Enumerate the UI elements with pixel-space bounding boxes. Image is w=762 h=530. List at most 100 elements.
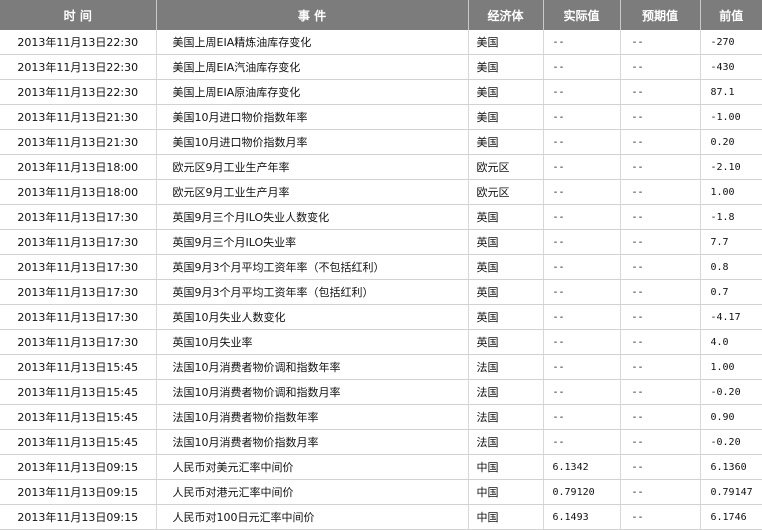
cell-event: 人民币对100日元汇率中间价 bbox=[156, 504, 469, 530]
cell-time: 2013年11月13日09:15 bbox=[0, 454, 157, 480]
cell-expected: -- bbox=[620, 279, 701, 305]
table-row: 2013年11月13日17:30 英国9月3个月平均工资年率（包括红利） 英国 -- -… bbox=[0, 279, 762, 305]
cell-event: 美国上周EIA精炼油库存变化 bbox=[156, 30, 469, 55]
cell-economy: 英国 bbox=[468, 229, 544, 255]
cell-economy: 欧元区 bbox=[468, 179, 544, 205]
cell-previous: -0.20 bbox=[700, 429, 762, 455]
cell-expected: -- bbox=[620, 504, 701, 530]
cell-time: 2013年11月13日15:45 bbox=[0, 354, 157, 380]
cell-event: 欧元区9月工业生产年率 bbox=[156, 154, 469, 180]
cell-actual: -- bbox=[543, 54, 621, 80]
cell-expected: -- bbox=[620, 404, 701, 430]
header-expected: 预期值 bbox=[620, 0, 701, 30]
header-economy: 经济体 bbox=[468, 0, 544, 30]
cell-event: 法国10月消费者物价调和指数月率 bbox=[156, 379, 469, 405]
cell-expected: -- bbox=[620, 354, 701, 380]
cell-previous: -0.20 bbox=[700, 379, 762, 405]
cell-actual: -- bbox=[543, 429, 621, 455]
cell-expected: -- bbox=[620, 154, 701, 180]
cell-event: 欧元区9月工业生产月率 bbox=[156, 179, 469, 205]
cell-expected: -- bbox=[620, 129, 701, 155]
cell-previous: -1.00 bbox=[700, 104, 762, 130]
cell-actual: 6.1342 bbox=[543, 454, 621, 480]
cell-economy: 美国 bbox=[468, 30, 544, 55]
cell-economy: 英国 bbox=[468, 279, 544, 305]
economic-calendar-table: 时 间 事 件 经济体 实际值 预期值 前值 2013年11月13日22:30 美… bbox=[0, 0, 762, 530]
cell-time: 2013年11月13日18:00 bbox=[0, 154, 157, 180]
cell-event: 美国上周EIA原油库存变化 bbox=[156, 79, 469, 105]
table-row: 2013年11月13日17:30 英国9月三个月ILO失业率 英国 -- -- 7.7 bbox=[0, 229, 762, 255]
cell-event: 法国10月消费者物价指数年率 bbox=[156, 404, 469, 430]
cell-economy: 法国 bbox=[468, 429, 544, 455]
cell-economy: 法国 bbox=[468, 404, 544, 430]
cell-economy: 中国 bbox=[468, 454, 544, 480]
cell-time: 2013年11月13日09:15 bbox=[0, 479, 157, 505]
cell-time: 2013年11月13日17:30 bbox=[0, 304, 157, 330]
cell-actual: -- bbox=[543, 404, 621, 430]
cell-economy: 英国 bbox=[468, 304, 544, 330]
header-previous: 前值 bbox=[700, 0, 762, 30]
cell-time: 2013年11月13日15:45 bbox=[0, 429, 157, 455]
cell-expected: -- bbox=[620, 79, 701, 105]
table-row: 2013年11月13日22:30 美国上周EIA原油库存变化 美国 -- -- 87.1 bbox=[0, 79, 762, 105]
cell-time: 2013年11月13日15:45 bbox=[0, 404, 157, 430]
cell-previous: 1.00 bbox=[700, 354, 762, 380]
cell-time: 2013年11月13日21:30 bbox=[0, 129, 157, 155]
cell-economy: 美国 bbox=[468, 104, 544, 130]
table-row: 2013年11月13日17:30 英国9月3个月平均工资年率（不包括红利） 英国 --… bbox=[0, 254, 762, 280]
cell-expected: -- bbox=[620, 254, 701, 280]
cell-expected: -- bbox=[620, 479, 701, 505]
cell-economy: 英国 bbox=[468, 329, 544, 355]
cell-economy: 法国 bbox=[468, 379, 544, 405]
cell-time: 2013年11月13日18:00 bbox=[0, 179, 157, 205]
cell-previous: 7.7 bbox=[700, 229, 762, 255]
cell-economy: 英国 bbox=[468, 204, 544, 230]
cell-actual: -- bbox=[543, 229, 621, 255]
cell-previous: 0.20 bbox=[700, 129, 762, 155]
cell-previous: 0.79147 bbox=[700, 479, 762, 505]
cell-actual: -- bbox=[543, 30, 621, 55]
table-row: 2013年11月13日22:30 美国上周EIA汽油库存变化 美国 -- -- -430 bbox=[0, 54, 762, 80]
cell-time: 2013年11月13日17:30 bbox=[0, 254, 157, 280]
cell-expected: -- bbox=[620, 229, 701, 255]
cell-time: 2013年11月13日17:30 bbox=[0, 279, 157, 305]
cell-actual: -- bbox=[543, 154, 621, 180]
cell-time: 2013年11月13日17:30 bbox=[0, 204, 157, 230]
cell-actual: 6.1493 bbox=[543, 504, 621, 530]
cell-actual: -- bbox=[543, 179, 621, 205]
cell-expected: -- bbox=[620, 179, 701, 205]
cell-expected: -- bbox=[620, 304, 701, 330]
cell-actual: -- bbox=[543, 379, 621, 405]
cell-expected: -- bbox=[620, 454, 701, 480]
cell-event: 英国9月三个月ILO失业率 bbox=[156, 229, 469, 255]
table-row: 2013年11月13日15:45 法国10月消费者物价指数月率 法国 -- -- -0.2… bbox=[0, 429, 762, 455]
table-row: 2013年11月13日18:00 欧元区9月工业生产月率 欧元区 -- -- 1.00 bbox=[0, 179, 762, 205]
cell-event: 法国10月消费者物价调和指数年率 bbox=[156, 354, 469, 380]
table-header-row: 时 间 事 件 经济体 实际值 预期值 前值 bbox=[0, 0, 762, 30]
cell-previous: -4.17 bbox=[700, 304, 762, 330]
table-row: 2013年11月13日17:30 英国10月失业人数变化 英国 -- -- -4.17 bbox=[0, 304, 762, 330]
cell-previous: -430 bbox=[700, 54, 762, 80]
cell-expected: -- bbox=[620, 379, 701, 405]
cell-event: 人民币对美元汇率中间价 bbox=[156, 454, 469, 480]
cell-event: 英国9月三个月ILO失业人数变化 bbox=[156, 204, 469, 230]
cell-actual: -- bbox=[543, 204, 621, 230]
cell-economy: 法国 bbox=[468, 354, 544, 380]
cell-event: 人民币对港元汇率中间价 bbox=[156, 479, 469, 505]
cell-time: 2013年11月13日21:30 bbox=[0, 104, 157, 130]
cell-economy: 美国 bbox=[468, 54, 544, 80]
cell-actual: -- bbox=[543, 329, 621, 355]
cell-economy: 美国 bbox=[468, 129, 544, 155]
cell-event: 英国10月失业率 bbox=[156, 329, 469, 355]
table-row: 2013年11月13日17:30 英国9月三个月ILO失业人数变化 英国 -- -- -1… bbox=[0, 204, 762, 230]
cell-time: 2013年11月13日09:15 bbox=[0, 504, 157, 530]
cell-previous: -270 bbox=[700, 30, 762, 55]
table-row: 2013年11月13日15:45 法国10月消费者物价调和指数年率 法国 -- -- 1.… bbox=[0, 354, 762, 380]
cell-event: 法国10月消费者物价指数月率 bbox=[156, 429, 469, 455]
cell-expected: -- bbox=[620, 329, 701, 355]
table-row: 2013年11月13日09:15 人民币对港元汇率中间价 中国 0.79120 -- 0.… bbox=[0, 479, 762, 505]
cell-actual: -- bbox=[543, 104, 621, 130]
cell-economy: 英国 bbox=[468, 254, 544, 280]
table-row: 2013年11月13日15:45 法国10月消费者物价调和指数月率 法国 -- -- -0… bbox=[0, 379, 762, 405]
cell-expected: -- bbox=[620, 54, 701, 80]
